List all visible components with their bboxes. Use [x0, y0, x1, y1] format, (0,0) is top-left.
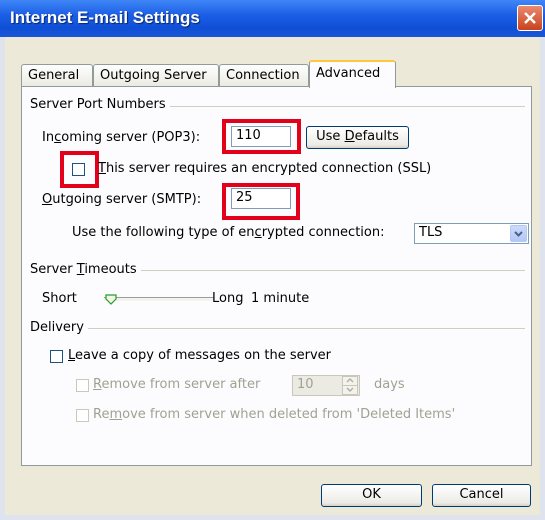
remove-deleted-checkbox[interactable]	[76, 409, 89, 422]
ssl-label: This server requires an encrypted connec…	[98, 161, 432, 176]
timeout-slider[interactable]	[104, 294, 214, 308]
days-spinner[interactable]	[342, 376, 358, 397]
chevron-down-icon[interactable]	[510, 225, 527, 242]
timeouts-group-label: Server Timeouts	[30, 262, 141, 277]
timeout-short-label: Short	[42, 291, 77, 306]
dialog-body: General Outgoing Server Connection Advan…	[5, 37, 540, 515]
leave-copy-label: Leave a copy of messages on the server	[68, 348, 332, 363]
ssl-checkbox-highlight	[60, 151, 99, 188]
tab-general[interactable]: General	[21, 64, 93, 86]
incoming-port-highlight	[222, 119, 301, 154]
delivery-group-label: Delivery	[30, 320, 88, 335]
outgoing-server-label: Outgoing server (SMTP):	[42, 192, 202, 207]
encryption-type-label: Use the following type of encrypted conn…	[72, 225, 385, 240]
title-bar[interactable]: Internet E-mail Settings	[0, 0, 545, 38]
close-button[interactable]	[517, 5, 543, 31]
window-title: Internet E-mail Settings	[10, 8, 200, 27]
outgoing-port-highlight	[222, 183, 300, 220]
remove-after-label: Remove from server after	[93, 377, 261, 392]
timeout-long-label: Long	[212, 291, 244, 306]
tab-outgoing-server[interactable]: Outgoing Server	[93, 64, 219, 86]
days-label: days	[374, 377, 405, 392]
timeout-value-label: 1 minute	[251, 291, 310, 306]
encryption-type-select[interactable]: TLS	[414, 223, 529, 244]
close-icon	[524, 12, 536, 24]
tab-connection[interactable]: Connection	[219, 64, 309, 86]
remove-deleted-label: Remove from server when deleted from 'De…	[93, 407, 456, 422]
slider-track	[104, 297, 214, 302]
remove-after-checkbox[interactable]	[76, 379, 89, 392]
encryption-type-value: TLS	[419, 225, 443, 240]
window-frame: General Outgoing Server Connection Advan…	[0, 37, 545, 520]
cancel-button[interactable]: Cancel	[432, 484, 531, 507]
group-divider	[30, 328, 525, 329]
advanced-panel: Server Port Numbers Incoming server (POP…	[21, 86, 532, 466]
server-ports-group-label: Server Port Numbers	[30, 97, 170, 112]
tab-advanced[interactable]: Advanced	[309, 60, 396, 88]
use-defaults-button[interactable]: Use Defaults	[306, 126, 409, 149]
leave-copy-checkbox[interactable]	[50, 350, 63, 363]
ok-button[interactable]: OK	[321, 484, 422, 507]
incoming-server-label: Incoming server (POP3):	[42, 130, 201, 145]
slider-thumb-icon[interactable]	[104, 294, 118, 308]
